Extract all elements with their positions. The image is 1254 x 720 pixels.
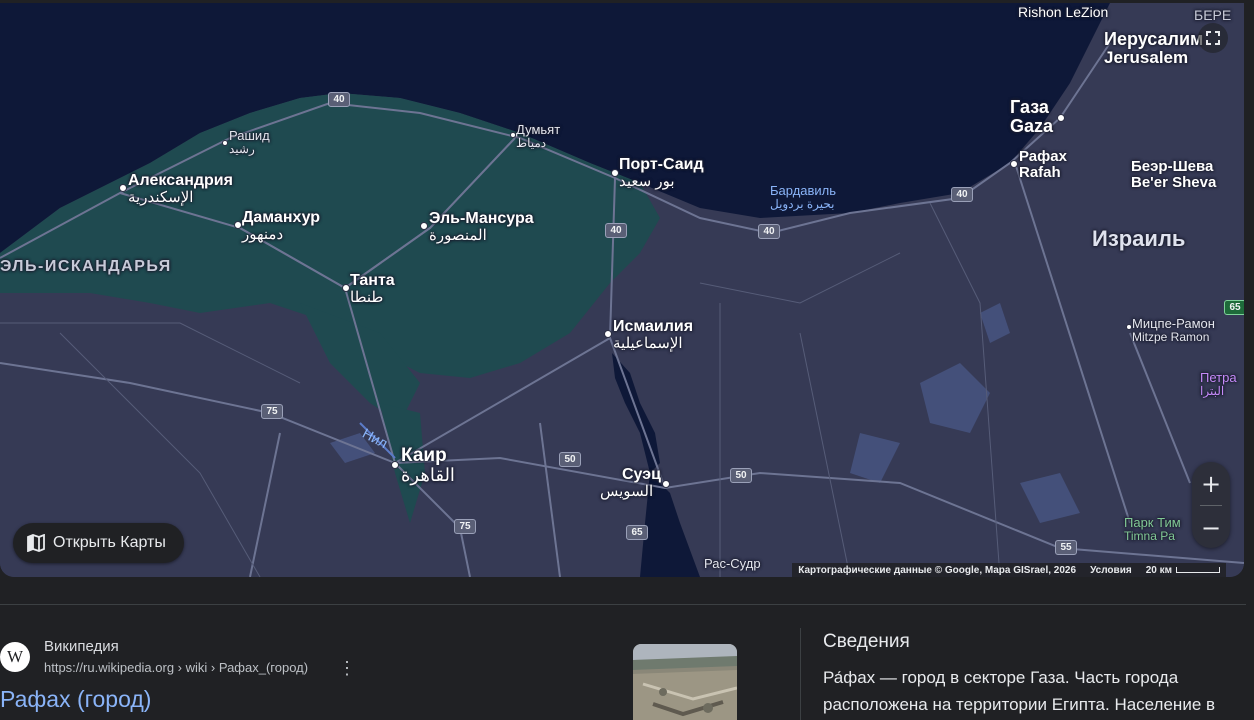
road-shield: 50 [559,452,581,467]
label-beersheva: Беэр-Шева Be'er Sheva [1131,158,1217,191]
label-damanhur: Даманхур دمنهور [242,209,321,243]
alexandria-dot [119,184,127,192]
damanhur-dot [234,221,242,229]
ismailia-dot [604,330,612,338]
gaza-dot [1057,114,1065,122]
source-url[interactable]: https://ru.wikipedia.org › wiki › Рафах_… [44,660,308,675]
panel-divider [800,628,801,720]
tanta-dot [342,284,350,292]
info-description: Ра́фах — город в секторе Газа. Часть гор… [823,668,1216,714]
open-maps-label: Открыть Карты [53,534,166,551]
label-suez: Суэц السويس [600,466,661,500]
label-timna: Парк Тим Timna Pa [1124,515,1181,543]
zoom-out-button[interactable]: − [1192,506,1230,549]
mitzpe-dot [1126,324,1132,330]
scale-indicator: 20 км [1146,565,1220,576]
fullscreen-icon [1206,31,1220,45]
label-alexandria: Александрия الإسكندرية [128,172,233,206]
wikipedia-icon: W [0,642,30,672]
open-maps-button[interactable]: Открыть Карты [13,523,184,563]
label-rashid: Рашид رشيد [229,128,270,156]
label-ismailia: Исмаилия الإسماعيلية [613,318,694,352]
portsaid-dot [611,169,619,177]
terms-link[interactable]: Условия [1090,565,1132,576]
label-portsaid: Порт-Саид بور سعيد [619,156,704,190]
label-tanta: Танта طنطا [350,272,395,306]
zoom-in-button[interactable]: + [1192,462,1230,505]
rafah-dot [1010,160,1018,168]
map[interactable]: Rishon LeZion БЕРЕ Иерусалим Jerusalem Га… [0,3,1244,577]
label-bere: БЕРЕ [1194,7,1232,23]
label-rishon: Rishon LeZion [1018,4,1109,20]
road-shield: 40 [758,224,780,239]
label-rassudr: Рас-Судр [704,556,761,571]
section-divider [0,604,1246,605]
zoom-control: + − [1192,462,1230,548]
label-mitzpe: Мицпе-Рамон Mitzpe Ramon [1132,316,1215,344]
road-shield: 40 [328,92,350,107]
fullscreen-button[interactable] [1198,23,1228,53]
label-bardawil: Бардавиль بحيرة بردويل [770,183,837,211]
label-israel: Израиль [1092,226,1186,251]
info-title: Сведения [823,631,910,652]
road-shield: 40 [605,223,627,238]
more-options-icon[interactable]: ⋮ [338,658,356,679]
damietta-dot [510,132,516,138]
label-petra: Петра البترا [1200,370,1237,398]
road-shield: 75 [261,404,283,419]
road-shield: 75 [454,519,476,534]
road-shield: 65 [1224,300,1244,315]
suez-dot [662,480,670,488]
label-jerusalem: Иерусалим Jerusalem [1104,29,1204,67]
label-mansoura: Эль-Мансура المنصورة [429,210,534,244]
road-shield: 65 [626,525,648,540]
result-title-link[interactable]: Рафах (город) [0,686,151,713]
source-name[interactable]: Википедия [44,638,119,655]
label-cairo: Каир القاهرة [401,445,455,485]
label-damietta: Думьят دمياط [516,122,561,150]
attribution-text: Картографические данные © Google, Mapa G… [798,564,1077,576]
label-gaza: Газа Gaza [1010,97,1054,136]
rashid-dot [222,140,228,146]
road-shield: 55 [1055,540,1077,555]
road-shield: 40 [951,187,973,202]
mansoura-dot [420,222,428,230]
label-iskandaria-region: ЭЛЬ-ИСКАНДАРЬЯ [0,258,172,275]
result-thumbnail[interactable] [633,644,737,720]
map-icon [27,534,45,552]
thumbnail-image [633,644,737,720]
map-attribution: Картографические данные © Google, Mapa G… [792,563,1226,577]
cairo-dot [391,461,399,469]
road-shield: 50 [730,468,752,483]
label-rafah: Рафах Rafah [1019,148,1067,181]
